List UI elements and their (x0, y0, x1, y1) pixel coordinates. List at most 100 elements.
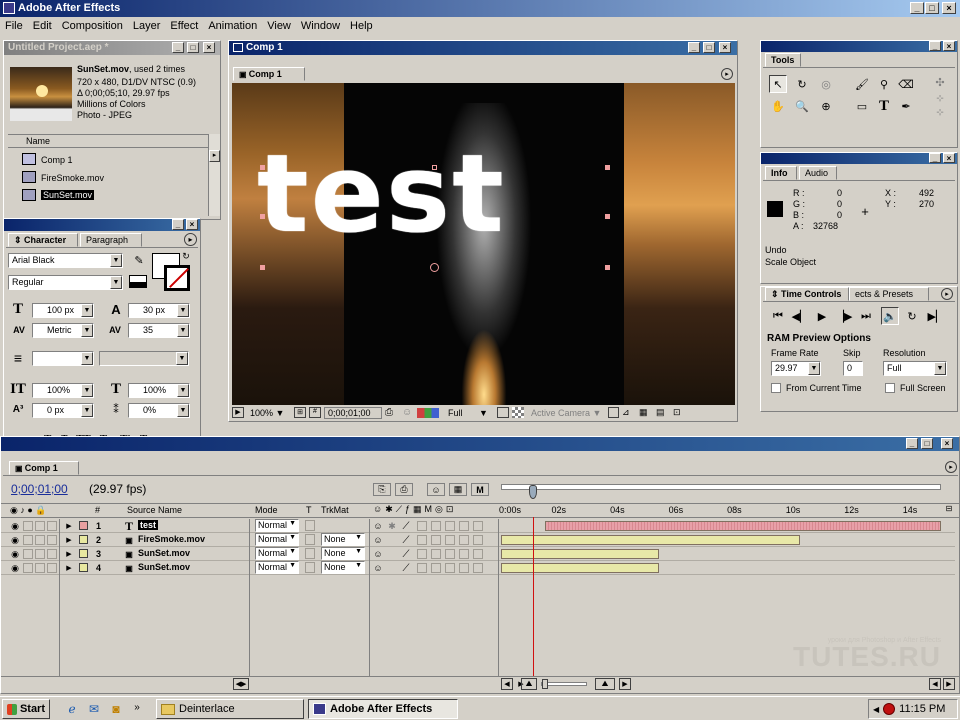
3d-switch[interactable] (473, 535, 483, 545)
desktop-icon[interactable]: ◙ (108, 701, 124, 717)
fast-preview-icon[interactable]: ▦ (639, 407, 653, 418)
kerning-select[interactable]: Metric ▼ (32, 323, 94, 338)
shy-switch-icon[interactable]: ☺ (373, 520, 383, 532)
eye-icon[interactable]: ◉ (9, 520, 21, 532)
audio-switch[interactable] (23, 521, 33, 531)
project-item[interactable]: SunSet.mov (8, 187, 208, 204)
horizontal-scale-field[interactable]: 100% ▼ (128, 383, 190, 398)
menu-view[interactable]: View (262, 20, 296, 32)
tab-effects-presets[interactable]: ects & Presets (849, 287, 929, 301)
menu-effect[interactable]: Effect (165, 20, 203, 32)
adjustment-switch[interactable] (459, 535, 469, 545)
effect-switch[interactable] (417, 549, 427, 559)
audio-switch[interactable] (23, 563, 33, 573)
brush-tool-icon[interactable]: 🖌 (853, 75, 871, 93)
clone-stamp-tool-icon[interactable]: ⚲ (875, 75, 893, 93)
timeline-toggle-icon[interactable]: ▤ (656, 407, 670, 418)
rectangle-mask-tool-icon[interactable]: ▭ (853, 97, 871, 115)
frame-blend-switch[interactable] (431, 535, 441, 545)
comp-panel-menu-icon[interactable]: ▸ (721, 68, 733, 80)
baseline-shift-field[interactable]: 0 px ▼ (32, 403, 94, 418)
character-close-button[interactable]: × (186, 219, 198, 230)
flowchart-icon[interactable]: ⊡ (673, 407, 687, 418)
layer-trkmat-select[interactable]: None ▼ (321, 561, 365, 574)
layer-name[interactable]: SunSet.mov (138, 562, 190, 572)
first-frame-button[interactable]: ⏮ (769, 307, 787, 325)
time-navigator[interactable] (501, 481, 943, 501)
zoom-select[interactable]: 100% ▼ (247, 408, 291, 418)
info-minimize-button[interactable]: _ (929, 153, 941, 163)
scroll-right-icon[interactable]: ▶ (943, 678, 955, 690)
preserve-transparency-switch[interactable] (305, 520, 315, 531)
tools-close-button[interactable]: × (943, 41, 955, 51)
column-source-header[interactable]: Source Name (127, 505, 182, 515)
orbit-camera-tool-icon[interactable]: ◎ (817, 75, 835, 93)
menu-window[interactable]: Window (296, 20, 345, 32)
column-name-header[interactable]: Name (26, 136, 50, 146)
shy-switch-icon[interactable]: ☺ (373, 548, 383, 560)
motion-blur-icon[interactable]: M (471, 483, 489, 496)
shy-layers-icon[interactable]: ☺ (427, 483, 445, 496)
menu-help[interactable]: Help (345, 20, 378, 32)
layer-row[interactable]: ◉ ▶ 2 ▣ FireSmoke.mov Normal ▼ None ▼ ☺ ⟋ (1, 533, 955, 547)
frame-blend-switch[interactable] (431, 563, 441, 573)
timeline-current-time[interactable]: 0;00;01;00 (11, 482, 68, 496)
expand-triangle-icon[interactable]: ▶ (65, 534, 73, 546)
lock-switch[interactable] (47, 535, 57, 545)
label-color-swatch[interactable] (79, 535, 88, 544)
outlook-icon[interactable]: ✉ (86, 701, 102, 717)
3d-switch[interactable] (473, 521, 483, 531)
font-size-field[interactable]: 100 px ▼ (32, 303, 94, 318)
adjustment-switch[interactable] (459, 521, 469, 531)
current-time-display[interactable]: 0;00;01;00 (324, 406, 382, 419)
motion-blur-switch[interactable] (445, 563, 455, 573)
menu-composition[interactable]: Composition (57, 20, 128, 32)
comp-viewer[interactable]: test (232, 83, 735, 405)
selection-tool-icon[interactable]: ↖ (769, 75, 787, 93)
comp-maximize-button[interactable]: □ (703, 42, 715, 53)
motion-blur-switch[interactable] (445, 521, 455, 531)
info-close-button[interactable]: × (943, 153, 955, 163)
adjustment-switch[interactable] (459, 549, 469, 559)
timeline-minimize-button[interactable]: _ (906, 438, 918, 449)
audio-toggle-button[interactable]: 🔈 (881, 307, 899, 325)
motion-blur-switch[interactable] (445, 549, 455, 559)
layer-duration-bar[interactable] (501, 549, 660, 559)
pen-tool-icon[interactable]: ✒ (897, 97, 915, 115)
label-color-swatch[interactable] (79, 521, 88, 530)
timeline-maximize-button[interactable]: □ (921, 438, 933, 449)
layer-mode-select[interactable]: Normal ▼ (255, 533, 299, 546)
stroke-width-field[interactable]: ▼ (32, 351, 94, 366)
resolution-select[interactable]: Full ▼ (442, 408, 494, 418)
tsume-field[interactable]: 0% ▼ (128, 403, 190, 418)
layer-duration-bar[interactable] (501, 563, 660, 573)
eraser-tool-icon[interactable]: ⌫ (897, 75, 915, 93)
ram-preview-button[interactable]: ▶▏ (927, 307, 945, 325)
menu-layer[interactable]: Layer (128, 20, 166, 32)
show-snapshot-icon[interactable]: ☺ (402, 407, 414, 418)
project-scrollbar[interactable]: ▸ (208, 134, 220, 216)
comp-minimize-button[interactable]: _ (688, 42, 700, 53)
tray-arrow-icon[interactable]: ◀ (873, 705, 879, 714)
tracking-field[interactable]: 35 ▼ (128, 323, 190, 338)
full-screen-checkbox[interactable] (885, 383, 895, 393)
taskbar-deinterlace[interactable]: Deinterlace (156, 699, 304, 719)
next-frame-button[interactable]: ▕▶ (835, 307, 853, 325)
layer-trkmat-select[interactable]: None ▼ (321, 547, 365, 560)
safe-zones-icon[interactable]: ⊞ (294, 407, 306, 418)
tab-audio[interactable]: Audio (799, 166, 837, 180)
layer-row[interactable]: ◉ ▶ 3 ▣ SunSet.mov Normal ▼ None ▼ ☺ ⟋ (1, 547, 955, 561)
layer-trkmat-select[interactable]: None ▼ (321, 533, 365, 546)
motion-blur-switch[interactable] (445, 535, 455, 545)
project-minimize-button[interactable]: _ (172, 42, 184, 53)
time-navigator-handle[interactable] (529, 485, 537, 499)
preserve-transparency-switch[interactable] (305, 548, 315, 559)
quality-switch-icon[interactable]: ⟋ (401, 548, 411, 560)
close-button[interactable]: × (942, 2, 956, 14)
panel-menu-icon[interactable]: ▸ (184, 233, 197, 246)
expand-triangle-icon[interactable]: ▶ (65, 562, 73, 574)
frame-blend-switch[interactable] (431, 521, 441, 531)
leading-field[interactable]: 30 px ▼ (128, 303, 190, 318)
project-maximize-button[interactable]: □ (187, 42, 199, 53)
axis-mode-world-icon[interactable]: ⊹ (931, 91, 949, 105)
